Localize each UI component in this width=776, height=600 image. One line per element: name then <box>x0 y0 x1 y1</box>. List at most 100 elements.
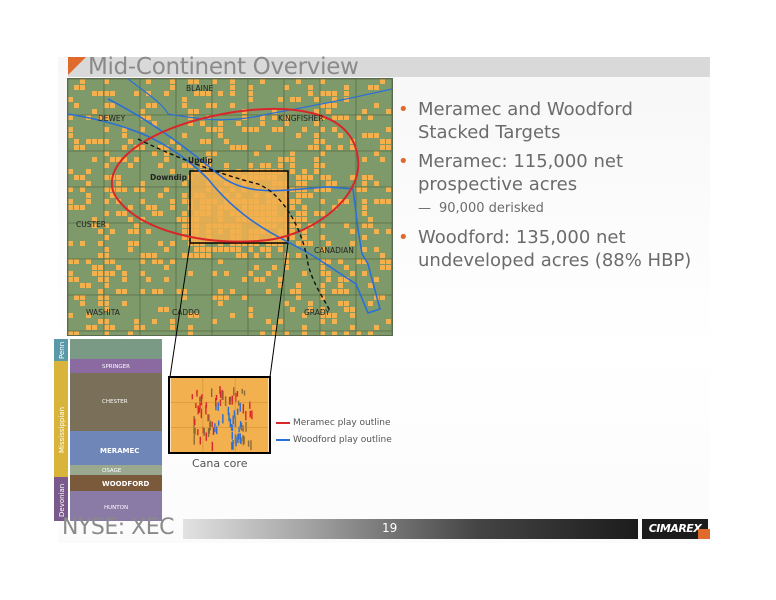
acreage-cell <box>344 91 349 96</box>
acreage-cell <box>296 79 301 84</box>
acreage-cell <box>362 157 367 162</box>
acreage-map: BLAINE DEWEY KINGFISHER CUSTER CANADIAN … <box>67 78 393 336</box>
acreage-cell <box>314 163 319 168</box>
legend: Meramec play outline Woodford play outli… <box>276 414 392 448</box>
acreage-cell <box>332 91 337 96</box>
acreage-cell <box>332 103 337 108</box>
acreage-cell <box>122 145 127 150</box>
cana-core-inset-map <box>168 376 271 454</box>
acreage-cell <box>158 259 163 264</box>
acreage-cell <box>242 253 247 258</box>
well-stick <box>197 405 199 415</box>
well-stick <box>239 402 241 412</box>
acreage-cell <box>320 319 325 324</box>
acreage-cell <box>320 127 325 132</box>
well-stick <box>207 428 210 437</box>
well-stick <box>215 397 217 407</box>
acreage-cell <box>164 307 169 312</box>
acreage-cell <box>386 229 391 234</box>
acreage-cell <box>218 91 223 96</box>
acreage-cell <box>374 277 379 282</box>
acreage-cell <box>344 331 349 335</box>
well-stick <box>229 418 232 428</box>
acreage-cell <box>266 319 271 324</box>
acreage-cell <box>356 331 361 335</box>
acreage-cell <box>68 187 73 192</box>
acreage-cell <box>212 295 217 300</box>
acreage-cell <box>140 145 145 150</box>
well-stick <box>236 408 239 415</box>
acreage-cell <box>80 295 85 300</box>
acreage-cell <box>296 211 301 216</box>
well-stick <box>194 418 196 426</box>
acreage-cell <box>380 199 385 204</box>
acreage-cell <box>104 235 109 240</box>
well-stick <box>228 412 230 422</box>
acreage-cell <box>116 211 121 216</box>
acreage-cell <box>308 241 313 246</box>
acreage-cell <box>284 253 289 258</box>
acreage-cell <box>212 271 217 276</box>
acreage-cell <box>290 169 295 174</box>
acreage-cell <box>368 331 373 335</box>
sub-bullet-item: —90,000 derisked <box>418 201 544 216</box>
well-stick <box>200 408 203 419</box>
acreage-cell <box>338 301 343 306</box>
acreage-cell <box>218 295 223 300</box>
acreage-cell <box>122 187 127 192</box>
acreage-cell <box>374 247 379 252</box>
acreage-cell <box>374 229 379 234</box>
well-stick <box>199 402 201 409</box>
acreage-cell <box>320 283 325 288</box>
acreage-cell <box>278 157 283 162</box>
well-stick <box>205 405 207 415</box>
acreage-cell <box>284 157 289 162</box>
acreage-cell <box>98 289 103 294</box>
well-stick <box>207 414 209 422</box>
acreage-cell <box>302 271 307 276</box>
acreage-cell <box>110 325 115 330</box>
acreage-cell <box>104 79 109 84</box>
acreage-cell <box>194 109 199 114</box>
acreage-cell <box>152 289 157 294</box>
well-stick <box>237 400 240 406</box>
acreage-cell <box>350 271 355 276</box>
acreage-cell <box>200 247 205 252</box>
well-stick <box>195 403 197 409</box>
bullet-dot: • <box>398 151 409 172</box>
acreage-cell <box>320 79 325 84</box>
acreage-cell <box>314 169 319 174</box>
acreage-cell <box>158 163 163 168</box>
acreage-cell <box>98 241 103 246</box>
acreage-cell <box>248 247 253 252</box>
acreage-cell <box>296 133 301 138</box>
acreage-cell <box>326 109 331 114</box>
acreage-cell <box>110 91 115 96</box>
acreage-cell <box>326 103 331 108</box>
acreage-cell <box>152 205 157 210</box>
well-stick <box>210 388 213 398</box>
acreage-cell <box>146 277 151 282</box>
bullet-item: • Meramec and Woodford Stacked Targets <box>398 99 633 143</box>
acreage-cell <box>380 253 385 258</box>
acreage-cell <box>380 259 385 264</box>
acreage-cell <box>104 319 109 324</box>
acreage-cell <box>182 253 187 258</box>
acreage-cell <box>284 85 289 90</box>
acreage-cell <box>296 283 301 288</box>
acreage-cell <box>278 319 283 324</box>
acreage-cell <box>314 139 319 144</box>
acreage-cell <box>86 181 91 186</box>
acreage-cell <box>134 91 139 96</box>
acreage-cell <box>320 91 325 96</box>
acreage-cell <box>332 115 337 120</box>
acreage-cell <box>98 229 103 234</box>
acreage-cell <box>338 289 343 294</box>
acreage-cell <box>128 139 133 144</box>
acreage-cell <box>104 175 109 180</box>
acreage-cell <box>104 277 109 282</box>
unit-label-chester: CHESTER <box>102 399 128 405</box>
acreage-cell <box>362 223 367 228</box>
acreage-cell <box>164 157 169 162</box>
acreage-cell <box>248 313 253 318</box>
